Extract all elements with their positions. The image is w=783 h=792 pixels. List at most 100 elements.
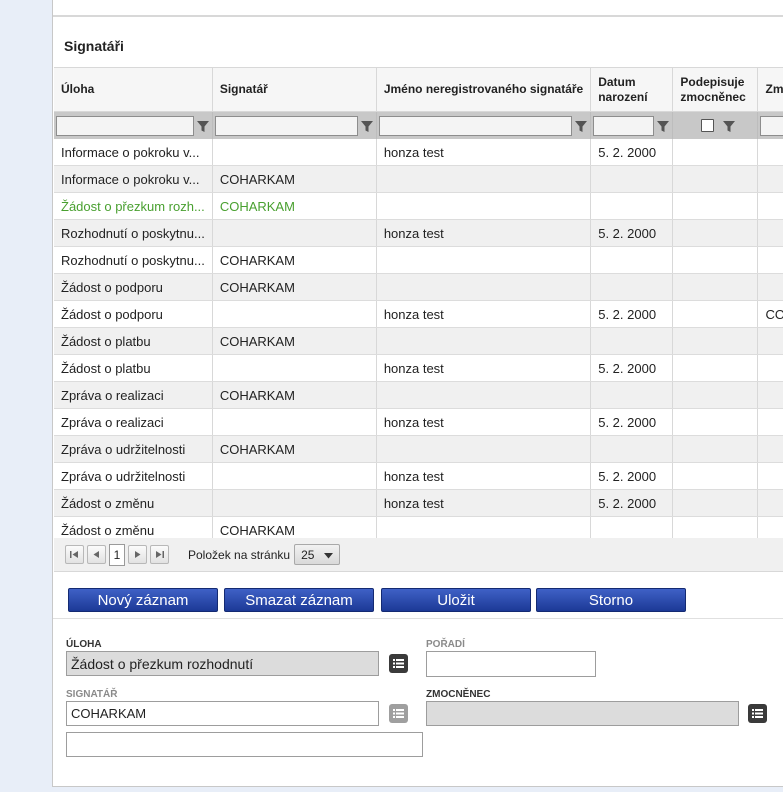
cell-jmeno: honza test	[376, 408, 592, 436]
table-row[interactable]: Žádost o změnu honza test 5. 2. 2000	[54, 489, 783, 517]
section-title: Signatáři	[64, 38, 124, 54]
cell-datum	[590, 327, 674, 355]
cell-datum: 5. 2. 2000	[590, 300, 674, 328]
zmocnenec-field[interactable]	[426, 701, 739, 726]
column-header-signatar[interactable]: Signatář	[212, 67, 377, 112]
cell-jmeno	[376, 381, 592, 409]
uloha-label: Úloha	[66, 639, 102, 650]
cell-extra	[757, 462, 783, 490]
table-row[interactable]: Rozhodnutí o poskytnu... COHARKAM	[54, 246, 783, 274]
cell-datum	[590, 381, 674, 409]
cell-podepisuje	[672, 435, 759, 463]
cell-datum	[590, 273, 674, 301]
cell-signatar: COHARKAM	[212, 327, 377, 355]
table-row[interactable]: Zpráva o udržitelnosti COHARKAM	[54, 435, 783, 463]
filter-input-signatar[interactable]	[214, 115, 358, 136]
top-section-border	[53, 0, 783, 17]
cell-podepisuje	[672, 354, 759, 382]
list-icon[interactable]	[389, 654, 408, 673]
signatar-detail-field[interactable]	[66, 732, 423, 757]
column-header-datum[interactable]: Datum narození	[590, 67, 674, 112]
cell-signatar: COHARKAM	[212, 381, 377, 409]
page-number[interactable]: 1	[109, 543, 125, 566]
cell-uloha: Zpráva o realizaci	[54, 381, 213, 409]
column-header-extra[interactable]: Zm	[757, 67, 783, 112]
filter-icon[interactable]	[656, 119, 670, 133]
cell-uloha: Zpráva o udržitelnosti	[54, 462, 213, 490]
poradi-field[interactable]	[426, 651, 596, 677]
new-record-button[interactable]: Nový záznam	[68, 588, 218, 612]
table-row[interactable]: Rozhodnutí o poskytnu... honza test 5. 2. …	[54, 219, 783, 247]
filter-icon[interactable]	[360, 119, 374, 133]
cell-podepisuje	[672, 489, 759, 517]
table-row[interactable]: Zpráva o udržitelnosti honza test 5. 2. 20…	[54, 462, 783, 490]
table-row[interactable]: Informace o pokroku v... COHARKAM	[54, 165, 783, 193]
cell-podepisuje	[672, 246, 759, 274]
cell-signatar: COHARKAM	[212, 165, 377, 193]
action-buttons: Nový záznam Smazat záznam Uložit Storno	[53, 586, 783, 619]
cell-podepisuje	[672, 381, 759, 409]
column-header-podepisuje[interactable]: Podepisuje zmocněnec	[672, 67, 759, 112]
cell-signatar	[212, 354, 377, 382]
cell-extra	[757, 408, 783, 436]
signatar-field[interactable]: COHARKAM	[66, 701, 379, 726]
delete-record-button[interactable]: Smazat záznam	[224, 588, 374, 612]
table-row[interactable]: Informace o pokroku v... honza test 5. 2. …	[54, 139, 783, 166]
table-row[interactable]: Žádost o platbu COHARKAM	[54, 327, 783, 355]
table-row[interactable]: Zpráva o realizaci honza test 5. 2. 2000	[54, 408, 783, 436]
filter-checkbox-podepisuje[interactable]	[701, 119, 715, 132]
cell-jmeno	[376, 435, 592, 463]
cell-datum	[590, 435, 674, 463]
cell-uloha: Zpráva o udržitelnosti	[54, 435, 213, 463]
cell-datum	[590, 192, 674, 220]
cell-podepisuje	[672, 192, 759, 220]
cell-extra	[757, 381, 783, 409]
table-row[interactable]: Zpráva o realizaci COHARKAM	[54, 381, 783, 409]
filter-input-jmeno[interactable]	[378, 115, 573, 136]
cell-podepisuje	[672, 139, 759, 166]
cell-datum: 5. 2. 2000	[590, 489, 674, 517]
cell-datum: 5. 2. 2000	[590, 408, 674, 436]
next-page-button[interactable]	[128, 545, 147, 564]
save-button[interactable]: Uložit	[381, 588, 531, 612]
table-row[interactable]: Žádost o podporu COHARKAM	[54, 273, 783, 301]
filter-input-uloha[interactable]	[56, 115, 194, 136]
cell-podepisuje	[672, 462, 759, 490]
cell-extra	[757, 354, 783, 382]
cell-signatar	[212, 139, 377, 166]
filter-icon[interactable]	[574, 119, 588, 133]
signatories-panel: Signatáři Úloha Signatář Jméno neregistr…	[52, 0, 783, 787]
chevron-down-icon	[324, 548, 334, 562]
cell-extra	[757, 489, 783, 517]
cell-uloha: Žádost o platbu	[54, 354, 213, 382]
last-page-button[interactable]	[150, 545, 169, 564]
cell-uloha: Žádost o podporu	[54, 300, 213, 328]
filter-icon[interactable]	[722, 119, 736, 133]
cell-signatar	[212, 219, 377, 247]
column-header-jmeno[interactable]: Jméno neregistrovaného signatáře	[376, 67, 592, 112]
cell-uloha: Žádost o změnu	[54, 489, 213, 517]
list-icon[interactable]	[748, 704, 767, 723]
filter-icon[interactable]	[196, 119, 210, 133]
cell-extra	[757, 139, 783, 166]
table-row[interactable]: Žádost o platbu honza test 5. 2. 2000	[54, 354, 783, 382]
prev-page-button[interactable]	[87, 545, 106, 564]
cell-extra	[757, 165, 783, 193]
table-row-selected[interactable]: Žádost o přezkum rozh... COHARKAM	[54, 192, 783, 220]
uloha-field[interactable]: Žádost o přezkum rozhodnutí	[66, 651, 379, 676]
table-row[interactable]: Žádost o podporu honza test5. 2. 2000 CO	[54, 300, 783, 328]
cell-podepisuje	[672, 165, 759, 193]
cancel-button[interactable]: Storno	[536, 588, 686, 612]
filter-input-datum[interactable]	[593, 115, 655, 136]
cell-signatar: COHARKAM	[212, 435, 377, 463]
cell-podepisuje	[672, 300, 759, 328]
cell-uloha: Informace o pokroku v...	[54, 165, 213, 193]
cell-uloha: Informace o pokroku v...	[54, 139, 213, 166]
cell-datum: 5. 2. 2000	[590, 139, 674, 166]
list-icon[interactable]	[389, 704, 408, 723]
cell-extra	[757, 219, 783, 247]
per-page-select[interactable]: 25	[294, 544, 341, 565]
column-header-uloha[interactable]: Úloha	[54, 67, 213, 112]
filter-input-extra[interactable]	[760, 115, 783, 136]
first-page-button[interactable]	[65, 545, 84, 564]
